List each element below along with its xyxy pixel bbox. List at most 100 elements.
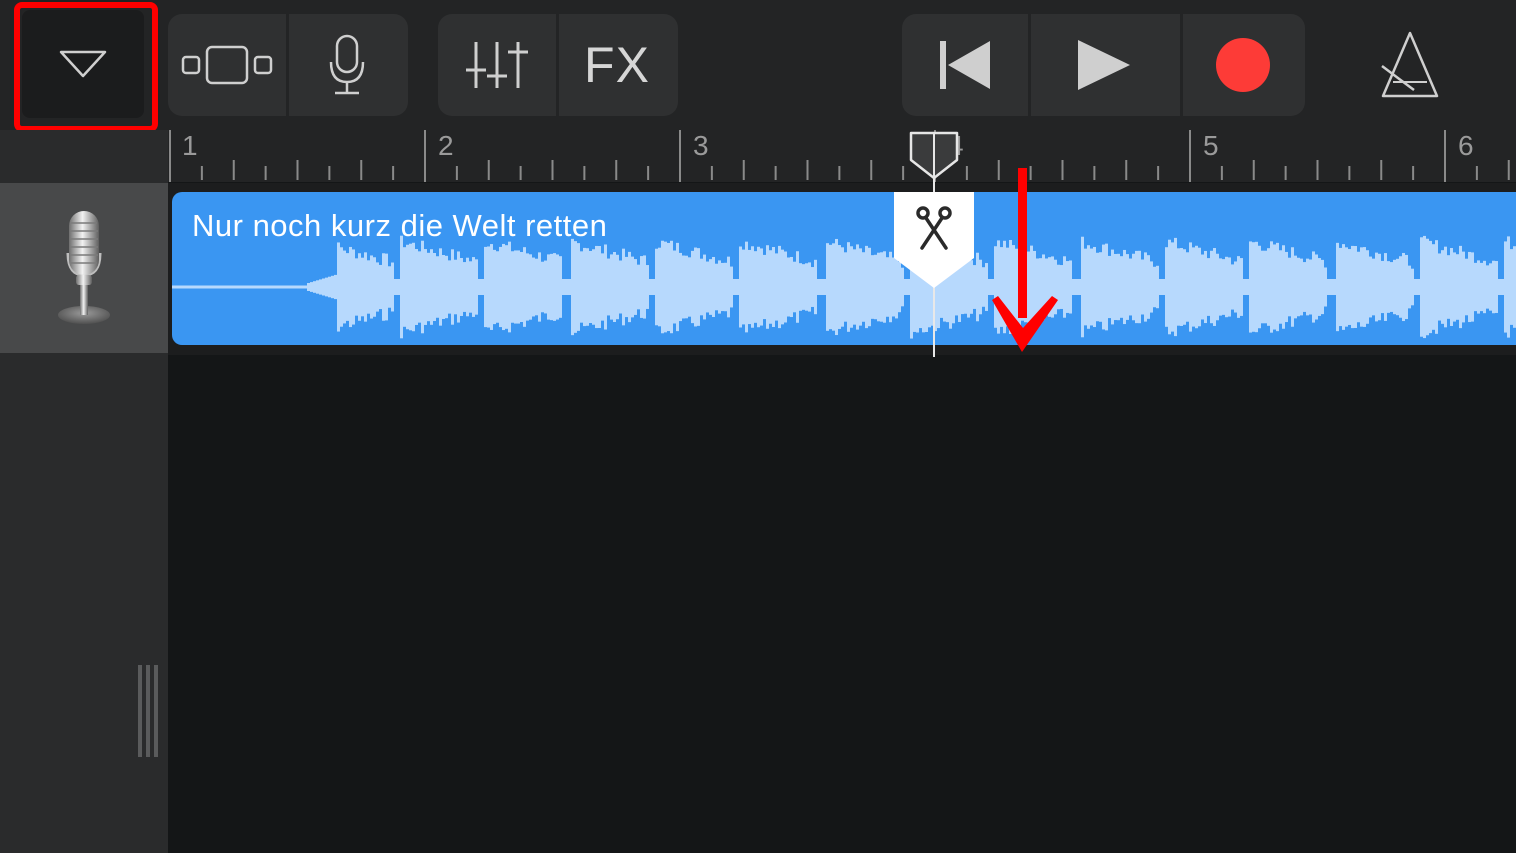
waveform-sample	[643, 255, 646, 319]
waveform-sample	[1456, 254, 1459, 320]
ruler-ticks	[169, 130, 1510, 182]
waveform-sample	[1213, 248, 1216, 326]
waveform-sample	[832, 243, 835, 331]
waveform-sample	[655, 248, 658, 326]
waveform-sample	[1066, 261, 1069, 313]
waveform-sample	[799, 263, 802, 311]
waveform-sample	[553, 253, 556, 321]
metronome-button[interactable]	[1370, 20, 1450, 110]
waveform-sample	[1318, 258, 1321, 316]
waveform-sample	[352, 249, 355, 325]
waveform-sample	[493, 249, 496, 325]
waveform-sample	[1453, 252, 1456, 322]
microphone-icon	[329, 34, 365, 95]
audio-region[interactable]: Nur noch kurz die Welt retten	[172, 192, 1516, 345]
waveform-sample	[757, 246, 760, 328]
waveform-sample	[601, 253, 604, 321]
waveform-sample	[775, 253, 778, 321]
waveform-sample	[1042, 254, 1045, 320]
waveform-sample	[1387, 261, 1390, 313]
waveform-sample	[1300, 258, 1303, 316]
waveform-sample	[1165, 247, 1168, 327]
waveform-sample	[1252, 242, 1255, 332]
track-header-audio-recorder[interactable]	[0, 183, 168, 353]
mixer-button[interactable]	[438, 14, 556, 116]
waveform-sample	[1336, 242, 1339, 332]
waveform-sample	[1498, 279, 1501, 295]
go-to-beginning-button[interactable]	[902, 14, 1028, 116]
waveform-sample	[460, 258, 463, 316]
waveform-sample	[1135, 250, 1138, 324]
waveform-sample	[490, 244, 493, 330]
waveform-sample	[1123, 249, 1126, 325]
record-button[interactable]	[1180, 14, 1305, 116]
waveform-sample	[472, 257, 475, 317]
waveform-sample	[1183, 249, 1186, 325]
waveform-sample	[1201, 254, 1204, 320]
waveform-sample	[1126, 254, 1129, 320]
split-region-button[interactable]	[894, 192, 974, 288]
waveform-sample	[541, 261, 544, 313]
waveform-sample	[1477, 260, 1480, 314]
waveform-sample	[1234, 261, 1237, 313]
waveform-sample	[457, 251, 460, 323]
waveform-sample	[526, 253, 529, 321]
instrument-button[interactable]	[286, 14, 408, 116]
waveform-sample	[733, 279, 736, 295]
waveform-sample	[523, 247, 526, 327]
playhead-handle[interactable]	[908, 130, 960, 182]
waveform-sample	[985, 263, 988, 311]
waveform-sample	[1411, 268, 1414, 306]
waveform-sample	[853, 249, 856, 325]
waveform-sample	[697, 248, 700, 326]
waveform-sample	[364, 252, 367, 322]
waveform-sample	[1375, 252, 1378, 322]
browser-dropdown-button[interactable]	[22, 10, 144, 118]
waveform-sample	[682, 255, 685, 319]
waveform-sample	[1294, 255, 1297, 319]
bar-number-5: 5	[1203, 130, 1219, 161]
waveform-sample	[340, 247, 343, 327]
waveform-sample	[703, 254, 706, 320]
waveform-sample	[1210, 250, 1213, 324]
waveform-sample	[1333, 279, 1336, 295]
waveform-sample	[1093, 246, 1096, 328]
waveform-sample	[883, 251, 886, 323]
waveform-sample	[433, 252, 436, 322]
waveform-sample	[1216, 253, 1219, 321]
waveform-sample	[1504, 241, 1507, 333]
waveform-sample	[1012, 245, 1015, 329]
skip-back-icon	[940, 41, 990, 89]
fx-button[interactable]: FX	[556, 14, 678, 116]
waveform-sample	[1063, 256, 1066, 318]
waveform-sample	[1228, 257, 1231, 317]
waveform-sample	[625, 256, 628, 318]
waveform-sample	[778, 245, 781, 329]
waveform-sample	[691, 250, 694, 324]
waveform-sample	[1501, 279, 1504, 295]
waveform-sample	[1180, 248, 1183, 326]
waveform-sample	[430, 249, 433, 325]
waveform-sample	[1237, 256, 1240, 318]
waveform-sample	[1471, 252, 1474, 322]
waveform-sample	[1171, 242, 1174, 332]
waveform-sample	[418, 251, 421, 323]
waveform-sample	[1327, 279, 1330, 295]
waveform-sample	[1399, 256, 1402, 318]
waveform-sample	[1348, 249, 1351, 325]
waveform-sample	[1027, 251, 1030, 323]
waveform-sample	[1075, 279, 1078, 295]
waveform-sample	[1000, 247, 1003, 327]
play-button[interactable]	[1028, 14, 1180, 116]
grip-line	[154, 665, 158, 757]
timeline-ruler[interactable]: 1 2 3 4 5 6	[168, 130, 1516, 182]
waveform-sample	[802, 264, 805, 310]
waveform-sample	[589, 250, 592, 324]
track-header-resize-handle[interactable]	[136, 665, 164, 757]
waveform-sample	[1507, 236, 1510, 338]
tracks-view-button[interactable]	[168, 14, 286, 116]
waveform-sample	[769, 250, 772, 324]
waveform-sample	[568, 279, 571, 295]
waveform-sample	[1483, 260, 1486, 314]
mixer-sliders-icon	[466, 42, 528, 88]
